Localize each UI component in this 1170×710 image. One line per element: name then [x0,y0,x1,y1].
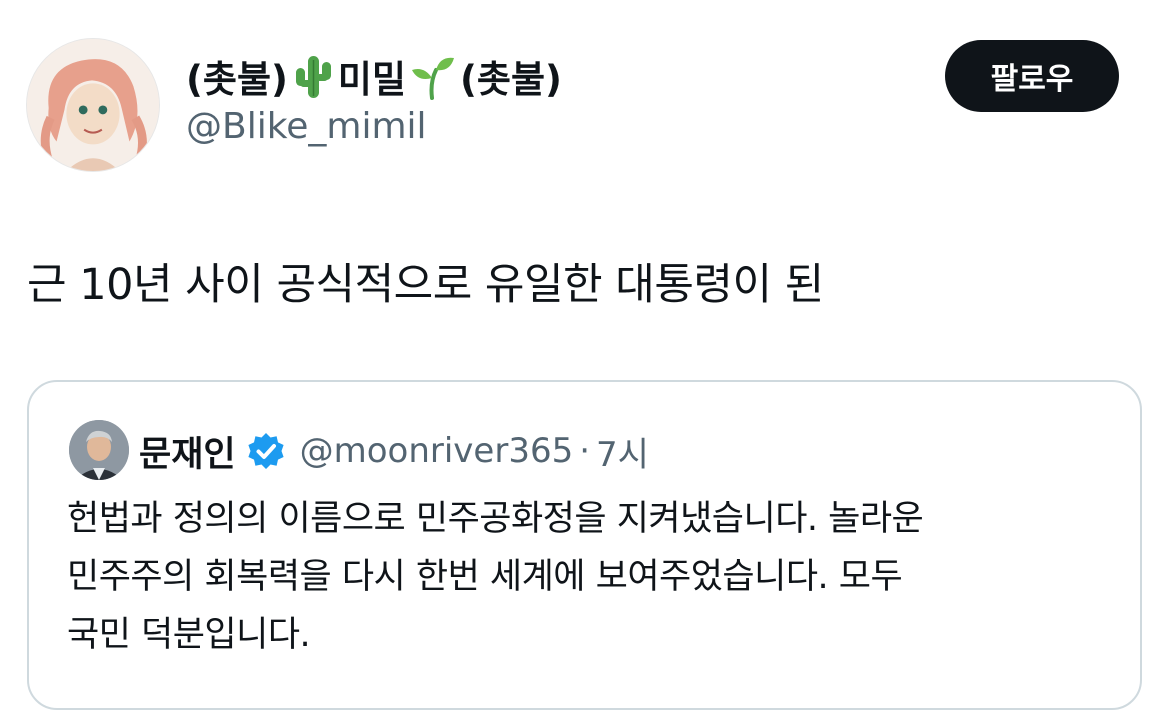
tweet-text: 근 10년 사이 공식적으로 유일한 대통령이 된 [27,260,824,310]
author-name-main: 미밀 [337,58,406,101]
quoted-tweet-line: 민주주의 회복력을 다시 한번 세계에 보여주었습니다. 모두 [67,557,903,597]
verified-badge-icon[interactable] [246,431,286,471]
seedling-icon [410,52,456,100]
author-avatar[interactable] [26,38,160,172]
header-separator: · [579,431,591,471]
quoted-author-name[interactable]: 문재인 [139,426,236,477]
author-handle[interactable]: @Blike_mimil [186,106,427,147]
author-display-name[interactable]: (촛불) 미밀 (촛불) [186,48,562,104]
quoted-tweet-header: 문재인 @moonriver365 · 7시 [139,422,649,480]
quoted-tweet-line: 국민 덕분입니다. [67,615,311,655]
quoted-author-handle[interactable]: @moonriver365 [300,431,574,471]
cactus-icon [292,52,334,100]
follow-button[interactable]: 팔로우 [945,40,1119,112]
author-name-prefix: (촛불) [186,58,288,101]
quoted-author-avatar[interactable] [69,420,129,480]
quoted-tweet-line: 헌법과 정의의 이름으로 민주공화정을 지켜냈습니다. 놀라운 [67,499,924,539]
author-name-suffix: (촛불) [460,58,562,101]
quoted-tweet-time[interactable]: 7시 [596,427,649,476]
quoted-tweet-card[interactable]: 문재인 @moonriver365 · 7시 헌법과 정의의 이름으로 민주공화… [27,380,1142,710]
quoted-tweet-text: 헌법과 정의의 이름으로 민주공화정을 지켜냈습니다. 놀라운 민주주의 회복력… [67,490,1127,664]
